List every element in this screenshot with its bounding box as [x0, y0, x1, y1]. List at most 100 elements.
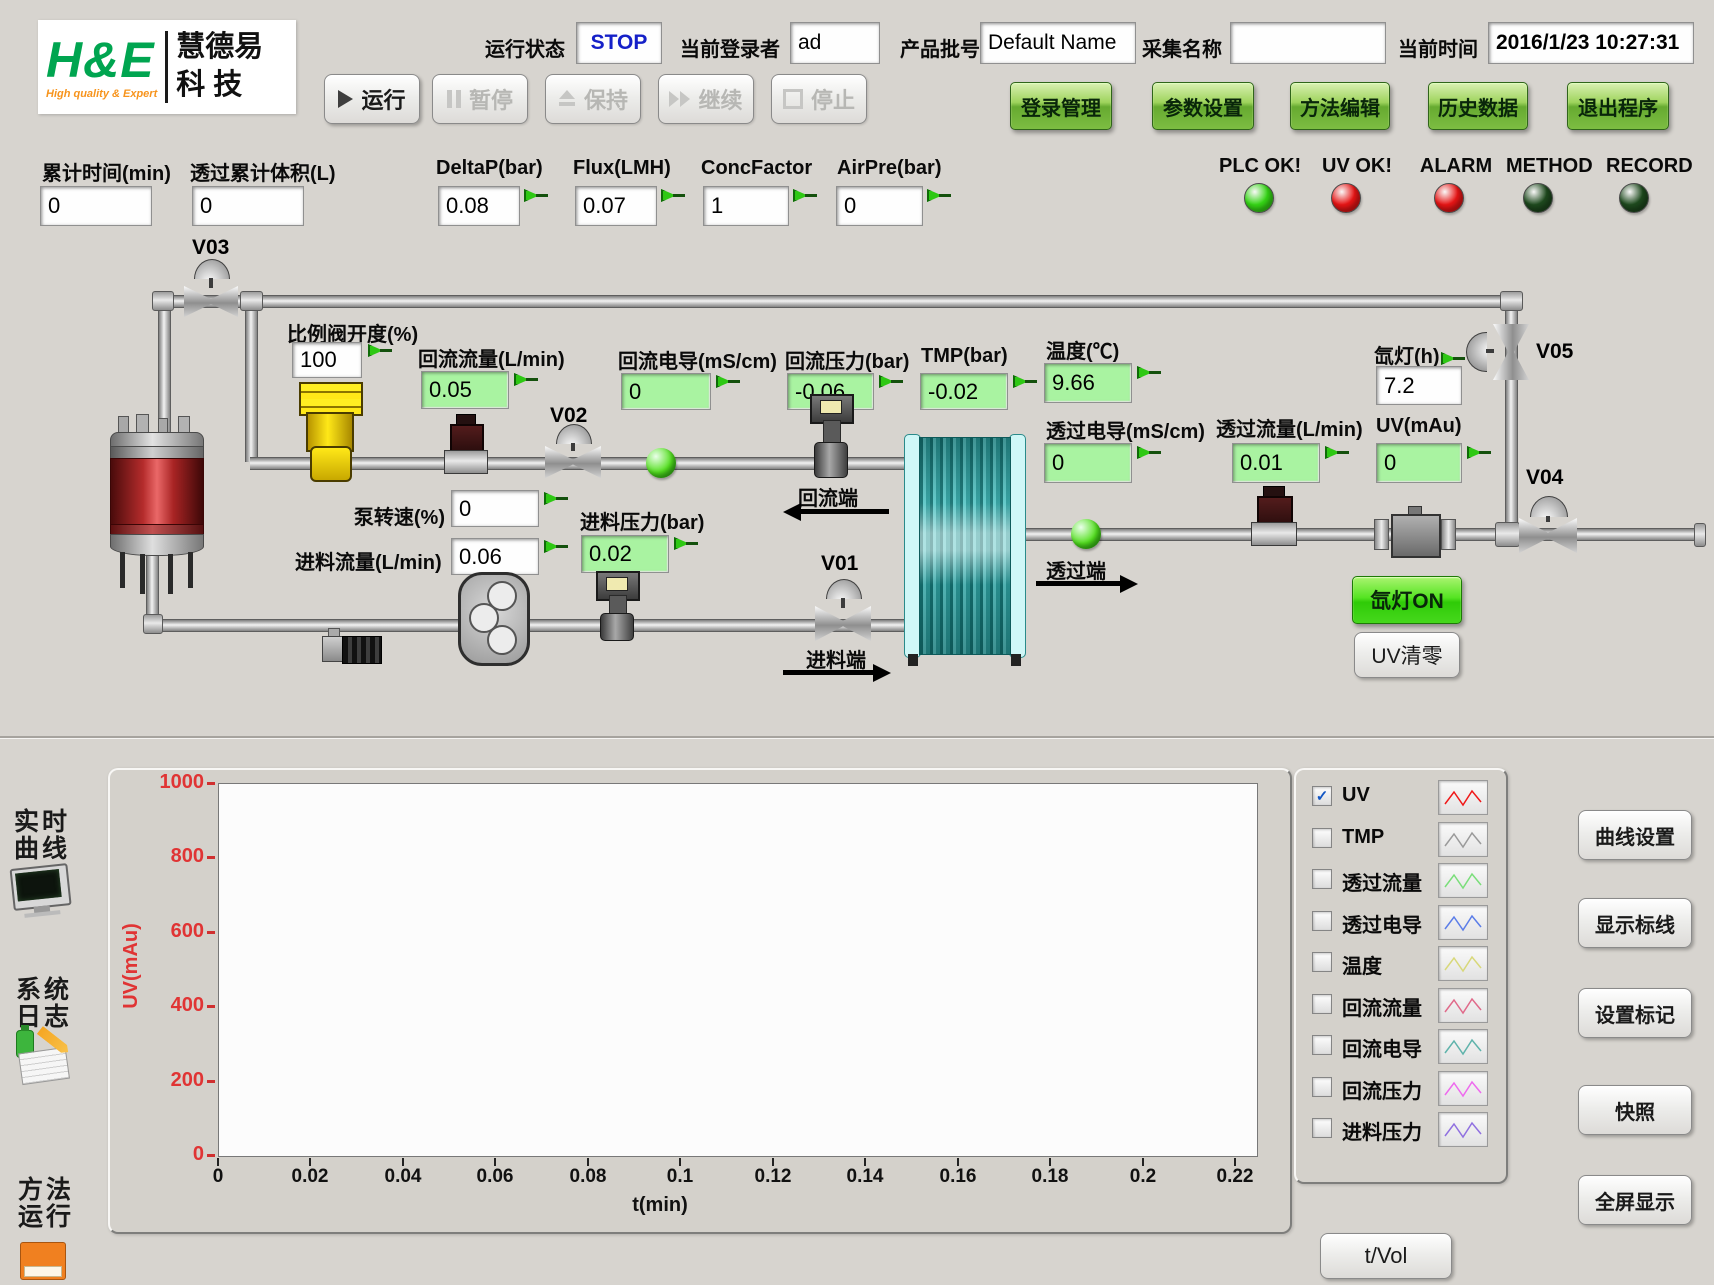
xtick: 0.22: [1195, 1166, 1275, 1188]
pipe-elbow-tank: [143, 614, 163, 634]
pipe-tee-down: [245, 300, 258, 462]
legend-line-sample: [1438, 988, 1488, 1023]
tmp-flag-icon: [1013, 375, 1037, 388]
legend-checkbox-temp[interactable]: [1312, 952, 1332, 972]
pump-speed-label: 泵转速(%): [351, 501, 445, 530]
current-user-field[interactable]: ad: [790, 22, 880, 64]
reflux-arrow-icon: [783, 503, 889, 521]
permeate-indicator-ball: [1071, 519, 1101, 549]
xtick: 0.06: [455, 1166, 535, 1188]
v04-dome-icon: [1530, 496, 1568, 517]
ytick: 200: [140, 1069, 204, 1092]
snapshot-button[interactable]: 快照: [1578, 1085, 1692, 1135]
feed-tank: [110, 414, 202, 594]
xtick: 0.16: [918, 1166, 998, 1188]
login-manage-button[interactable]: 登录管理: [1010, 82, 1112, 130]
uv-ok-label: UV OK!: [1317, 155, 1397, 178]
ytick: 600: [140, 920, 204, 943]
chart-plot-area: [218, 783, 1258, 1157]
current-user-label: 当前登录者: [680, 33, 780, 62]
prop-valve-field[interactable]: 100: [292, 342, 362, 378]
feed-flow-label: 进料流量(L/min): [295, 546, 442, 575]
concfactor-field[interactable]: 1: [703, 186, 789, 226]
legend-line-sample: [1438, 822, 1488, 857]
legend-checkbox-uv[interactable]: [1312, 786, 1332, 806]
legend-checkbox-reflux-cond[interactable]: [1312, 1035, 1332, 1055]
t-vol-toggle-button[interactable]: t/Vol: [1320, 1233, 1452, 1279]
flux-flag-icon: [661, 189, 685, 202]
legend-checkbox-tmp[interactable]: [1312, 828, 1332, 848]
lamp-on-button[interactable]: 氙灯ON: [1352, 576, 1462, 624]
set-mark-button[interactable]: 设置标记: [1578, 988, 1692, 1038]
lamp-hours-field[interactable]: 7.2: [1376, 366, 1462, 405]
uv-field: 0: [1376, 443, 1462, 483]
exit-program-button[interactable]: 退出程序: [1567, 82, 1669, 130]
airpre-field[interactable]: 0: [836, 186, 923, 226]
stop-icon: [783, 89, 803, 109]
param-settings-button[interactable]: 参数设置: [1152, 82, 1254, 130]
feed-pres-flag-icon: [674, 537, 698, 550]
feed-flow-flag-icon: [544, 540, 568, 553]
valve-v03-label: V03: [192, 236, 229, 260]
perm-flow-field: 0.01: [1232, 443, 1320, 483]
legend-checkbox-perm-cond[interactable]: [1312, 911, 1332, 931]
hold-button[interactable]: 保持: [545, 74, 641, 124]
plc-ok-led: [1244, 183, 1274, 213]
alarm-led: [1434, 183, 1464, 213]
reflux-pres-label: 回流压力(bar): [785, 345, 909, 374]
uv-zero-button[interactable]: UV清零: [1354, 632, 1460, 678]
play-icon: [338, 90, 353, 108]
batch-field[interactable]: Default Name: [980, 22, 1136, 64]
legend-checkbox-feed-pres[interactable]: [1312, 1118, 1332, 1138]
v04-bowtie-icon: [1519, 518, 1577, 553]
history-data-button[interactable]: 历史数据: [1428, 82, 1528, 130]
prop-valve-flag-icon: [368, 344, 392, 357]
legend-checkbox-reflux-pres[interactable]: [1312, 1077, 1332, 1097]
v05-bowtie-icon: [1493, 324, 1529, 380]
logo-tagline: High quality & Expert: [46, 88, 157, 100]
continue-button[interactable]: 继续: [658, 74, 754, 124]
pipe-tee-permeate: [1495, 522, 1520, 547]
v03-dome-icon: [194, 259, 230, 279]
perm-cond-label: 透过电导(mS/cm): [1046, 415, 1205, 444]
concfactor-label: ConcFactor: [701, 157, 812, 180]
pipe-top: [158, 295, 1516, 308]
stop-button[interactable]: 停止: [771, 74, 867, 124]
curve-settings-button[interactable]: 曲线设置: [1578, 810, 1692, 860]
logo: H&E High quality & Expert 慧德易 科 技: [38, 20, 296, 114]
perm-cond-field: 0: [1044, 443, 1132, 483]
show-marker-line-button[interactable]: 显示标线: [1578, 898, 1692, 948]
uv-ok-led: [1331, 183, 1361, 213]
total-time-field: 0: [40, 186, 152, 226]
xtick: 0.14: [825, 1166, 905, 1188]
pump-speed-field[interactable]: 0: [451, 490, 539, 527]
reflux-line-indicator-ball: [646, 448, 676, 478]
feed-arrow-icon: [783, 664, 891, 682]
logo-cn-line1: 慧德易: [176, 29, 288, 67]
lobe-pump[interactable]: [458, 572, 530, 666]
total-time-label: 累计时间(min): [42, 157, 171, 186]
deltap-field[interactable]: 0.08: [438, 186, 520, 226]
xtick: 0.04: [363, 1166, 443, 1188]
method-edit-button[interactable]: 方法编辑: [1290, 82, 1390, 130]
pause-button[interactable]: 暂停: [432, 74, 528, 124]
checkmark-icon: [1316, 789, 1329, 804]
hold-icon: [558, 90, 576, 108]
run-button[interactable]: 运行: [324, 74, 420, 124]
acq-name-field[interactable]: [1230, 22, 1386, 64]
legend-line-sample: [1438, 780, 1488, 815]
legend-checkbox-reflux-flow[interactable]: [1312, 994, 1332, 1014]
record-led-label: RECORD: [1606, 155, 1686, 178]
feed-flow-field[interactable]: 0.06: [451, 538, 539, 575]
section-divider: [0, 736, 1714, 739]
legend-checkbox-perm-flow[interactable]: [1312, 869, 1332, 889]
uv-flag-icon: [1467, 446, 1491, 459]
tmp-field: -0.02: [920, 373, 1008, 410]
ytick: 0: [140, 1143, 204, 1166]
v01-bowtie-icon: [815, 606, 871, 641]
pipe-endcap: [1694, 523, 1706, 547]
fullscreen-button[interactable]: 全屏显示: [1578, 1175, 1692, 1225]
reflux-cond-label: 回流电导(mS/cm): [618, 345, 777, 374]
alarm-label: ALARM: [1416, 155, 1496, 178]
flux-field[interactable]: 0.07: [575, 186, 657, 226]
